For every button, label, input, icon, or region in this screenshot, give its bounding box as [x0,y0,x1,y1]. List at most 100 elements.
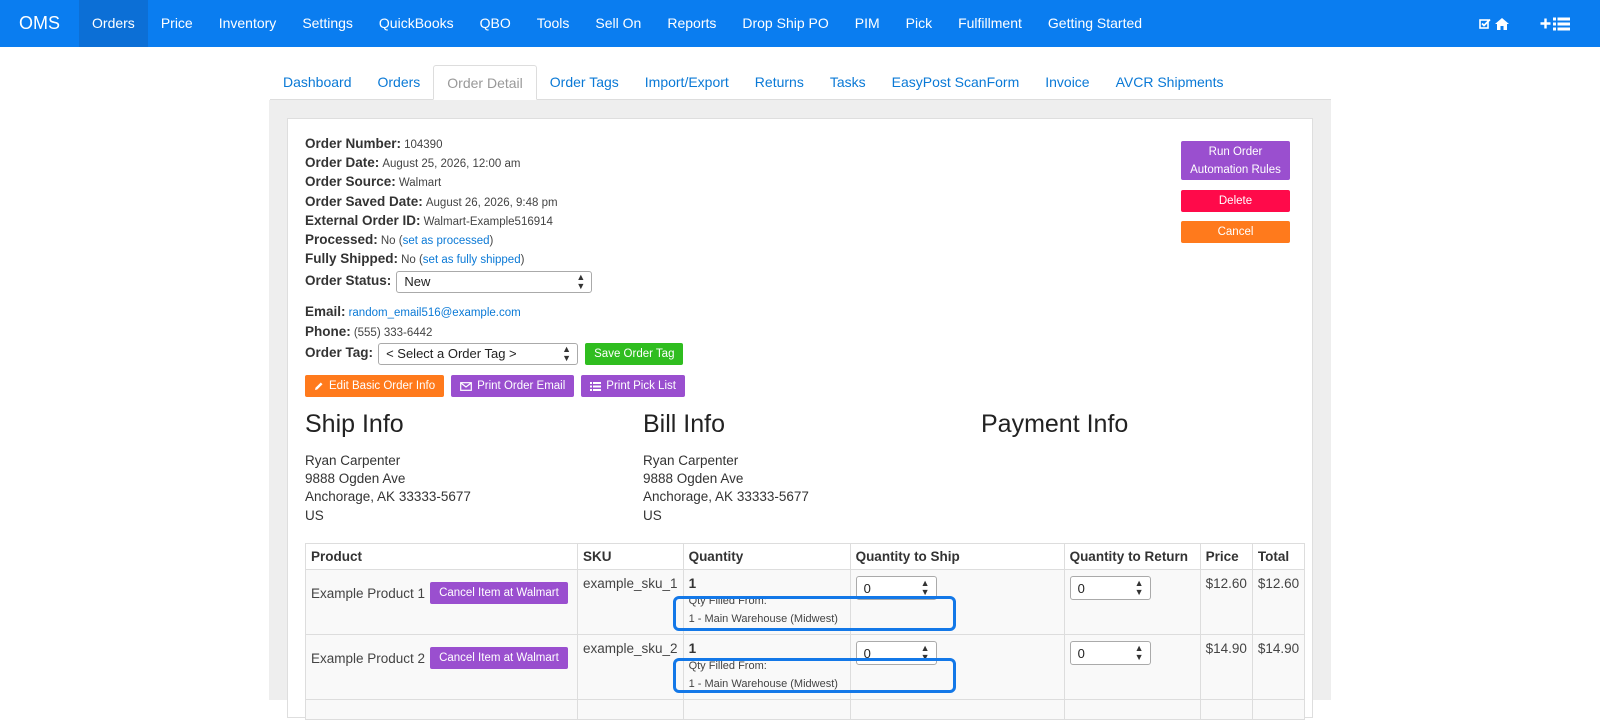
cancel-item-button[interactable]: Cancel Item at Walmart [430,582,568,604]
brand-logo[interactable]: OMS [0,0,79,47]
fully-shipped-close: ) [520,254,525,267]
sku-cell: example_sku_1 [577,569,684,635]
price-cell: $12.60 [1199,569,1253,635]
updown-chevron-icon: ▲ ▼ [1134,643,1144,662]
product-cell: Example Product 1 Cancel Item at Walmart [305,569,578,635]
check-square-icon [1479,18,1491,29]
quantity-to-ship-select[interactable]: 0 ▲ ▼ [855,576,937,600]
tab-import-export[interactable]: Import/Export [632,65,742,99]
quantity-to-return-select[interactable]: 0 ▲ ▼ [1069,576,1151,600]
print-pick-list-button[interactable]: Print Pick List [581,375,685,397]
order-status-row: Order Status: New ▲ ▼ [305,271,683,294]
print-pick-list-label: Print Pick List [606,380,676,392]
order-source-value: Walmart [398,177,442,190]
nav-getting-started[interactable]: Getting Started [1035,0,1155,47]
order-source-row: Order Source: Walmart [305,173,683,192]
nav-orders[interactable]: Orders [79,0,148,47]
top-navbar: OMS Orders Price Inventory Settings Quic… [0,0,1600,47]
tab-order-detail[interactable]: Order Detail [433,65,537,100]
ship-country: US [305,507,324,523]
print-order-email-button[interactable]: Print Order Email [451,375,575,397]
quantity-cell: 1 Qty Filled From: 1 - Main Warehouse (M… [682,569,851,635]
cancel-order-button[interactable]: Cancel [1181,221,1290,243]
order-date-label: Order Date: [305,155,380,171]
delete-order-button[interactable]: Delete [1181,190,1290,212]
updown-chevron-icon: ▲ ▼ [562,343,572,363]
tab-dashboard[interactable]: Dashboard [270,65,365,99]
processed-label: Processed: [305,232,378,248]
cancel-item-button[interactable]: Cancel Item at Walmart [430,647,568,669]
order-status-value: New [404,274,431,290]
payment-info-heading: Payment Info [981,410,1129,438]
set-processed-link[interactable]: set as processed [403,235,490,247]
nav-inventory[interactable]: Inventory [206,0,290,47]
nav-price[interactable]: Price [148,0,206,47]
pencil-icon [315,382,323,390]
list-icon [1553,17,1570,30]
header-quantity-to-ship: Quantity to Ship [849,543,1065,570]
total-cell: $12.60 [1251,569,1306,635]
nav-settings[interactable]: Settings [289,0,366,47]
empty-cell [1063,699,1201,720]
save-order-tag-button[interactable]: Save Order Tag [585,342,684,365]
quantity-value: 1 [688,641,697,656]
edit-basic-info-label: Edit Basic Order Info [329,380,436,392]
order-action-buttons: Edit Basic Order Info Print Order Email … [305,375,685,397]
add-list-shortcut[interactable] [1530,0,1600,47]
external-id-row: External Order ID: Walmart-Example516914 [305,212,683,231]
order-status-select[interactable]: New ▲ ▼ [396,271,593,294]
product-name: Example Product 2 [311,650,426,666]
tab-order-tags[interactable]: Order Tags [537,65,632,99]
nav-tools[interactable]: Tools [524,0,583,47]
order-tag-select[interactable]: < Select a Order Tag > ▲ ▼ [378,342,579,365]
set-fully-shipped-link[interactable]: set as fully shipped [423,254,521,266]
bill-city: Anchorage, AK 33333-5677 [643,489,809,505]
nav-sell-on[interactable]: Sell On [582,0,654,47]
nav-quickbooks[interactable]: QuickBooks [366,0,467,47]
phone-value: (555) 333-6442 [353,326,433,339]
order-source-label: Order Source: [305,174,396,190]
quantity-to-ship-select[interactable]: 0 ▲ ▼ [855,641,937,665]
quantity-cell: 1 Qty Filled From: 1 - Main Warehouse (M… [682,634,851,700]
nav-qbo[interactable]: QBO [467,0,524,47]
check-home-shortcut[interactable] [1469,0,1530,47]
tab-returns[interactable]: Returns [742,65,817,99]
email-row: Email: random_email516@example.com [305,303,683,322]
tab-avcr-shipments[interactable]: AVCR Shipments [1103,65,1237,99]
email-link[interactable]: random_email516@example.com [349,307,521,319]
table-header-row: Product SKU Quantity Quantity to Ship Qu… [305,543,1306,570]
email-label: Email: [305,304,346,320]
phone-row: Phone: (555) 333-6442 [305,323,683,342]
ship-info-heading: Ship Info [305,410,404,438]
nav-drop-ship-po[interactable]: Drop Ship PO [729,0,841,47]
tab-easypost-scanform[interactable]: EasyPost ScanForm [879,65,1033,99]
ship-city: Anchorage, AK 33333-5677 [305,489,471,505]
processed-value: No ( [380,235,403,248]
bill-country: US [643,507,662,523]
nav-right-icons [1469,0,1600,47]
tab-invoice[interactable]: Invoice [1032,65,1102,99]
nav-pick[interactable]: Pick [893,0,945,47]
tab-orders[interactable]: Orders [365,65,434,99]
qty-filled-warehouse: 1 - Main Warehouse (Midwest) [688,678,838,690]
order-tag-row: Order Tag: < Select a Order Tag > ▲ ▼ Sav… [305,342,684,365]
product-name: Example Product 1 [311,585,426,601]
run-automation-rules-button[interactable]: Run Order Automation Rules [1181,141,1290,180]
home-icon [1495,17,1509,30]
updown-chevron-icon: ▲ ▼ [1134,578,1144,597]
tab-tasks[interactable]: Tasks [817,65,879,99]
print-order-email-label: Print Order Email [477,380,566,392]
sku-cell: example_sku_2 [577,634,684,700]
empty-cell [682,699,851,720]
nav-fulfillment[interactable]: Fulfillment [945,0,1035,47]
edit-basic-info-button[interactable]: Edit Basic Order Info [305,375,445,397]
bill-street: 9888 Ogden Ave [643,471,744,487]
header-total: Total [1251,543,1306,570]
nav-pim[interactable]: PIM [842,0,893,47]
quantity-to-return-select[interactable]: 0 ▲ ▼ [1069,641,1151,665]
updown-chevron-icon: ▲ ▼ [920,578,930,597]
phone-label: Phone: [305,323,351,339]
order-tag-label: Order Tag: [305,344,374,360]
order-tag-placeholder: < Select a Order Tag > [386,345,517,361]
nav-reports[interactable]: Reports [654,0,729,47]
